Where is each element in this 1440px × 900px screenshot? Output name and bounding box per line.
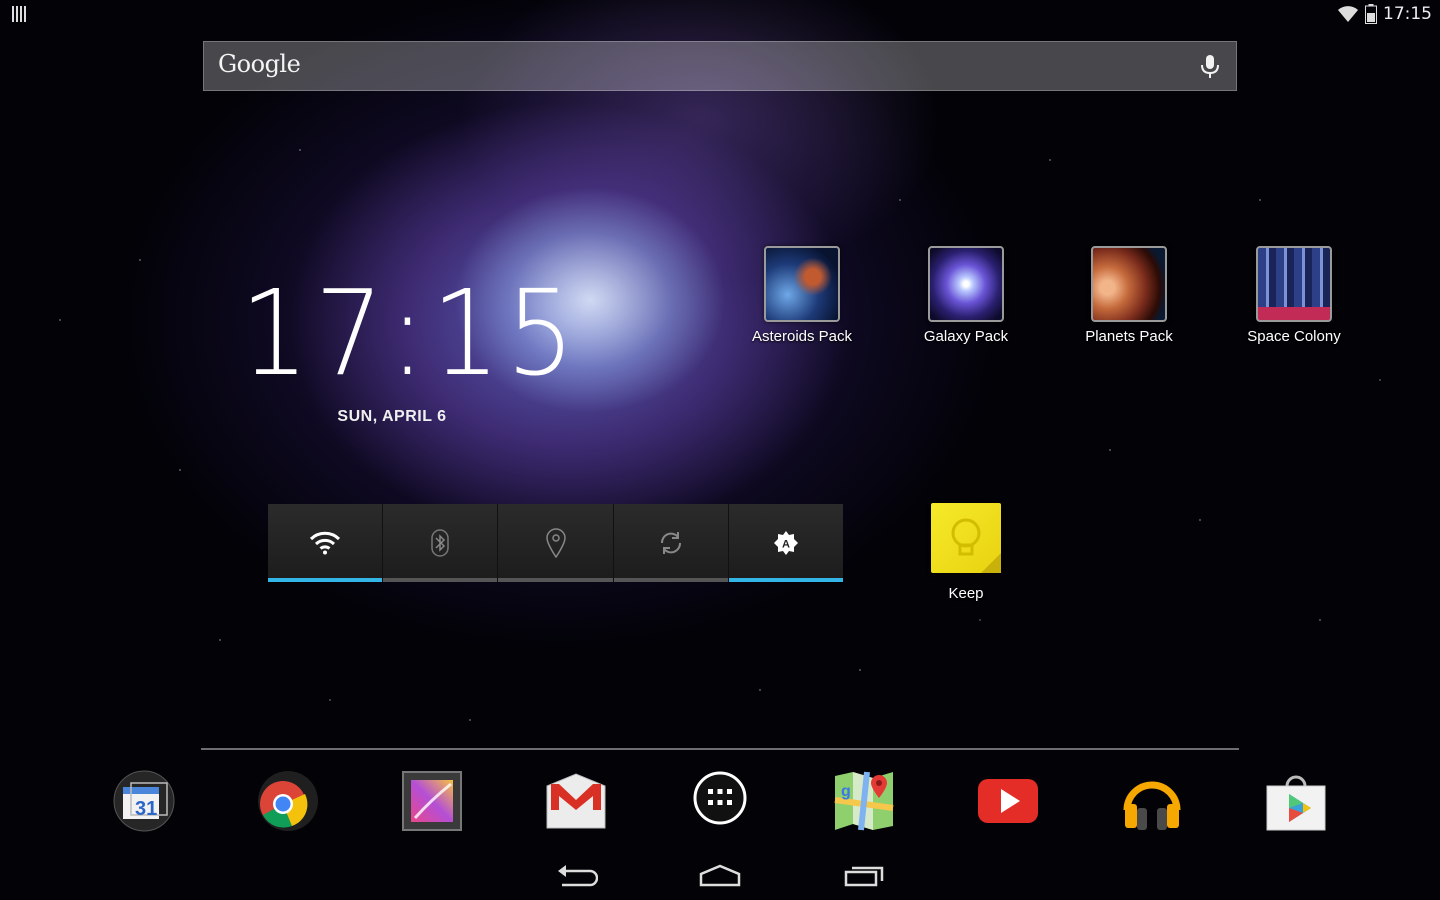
headphones-icon [1123,781,1181,830]
space-colony-icon [1256,246,1332,322]
all-apps-icon [693,771,747,825]
location-pin-icon [545,528,566,558]
google-search-bar[interactable]: Google [203,41,1237,91]
home-screen: 17:15 Google 17:15 SUN, APRIL 6 A Astero… [0,0,1440,900]
microphone-icon[interactable] [1198,54,1222,80]
brightness-toggle[interactable]: A [728,504,844,582]
battery-icon [1365,4,1377,24]
planets-pack-icon [1091,246,1167,322]
status-icons[interactable]: 17:15 [1337,3,1432,25]
clock-time[interactable]: 17:15 [240,268,575,398]
app-planets-pack[interactable]: Planets Pack [1054,246,1204,345]
google-logo: Google [218,50,301,78]
navigation-bar [0,850,1440,900]
bluetooth-toggle[interactable] [383,504,499,582]
location-indicator [498,578,613,582]
dock-youtube[interactable] [977,770,1039,832]
dock-play-store[interactable] [1265,770,1327,832]
auto-brightness-icon: A [773,531,798,555]
svg-text:31: 31 [135,798,157,820]
clock-date: SUN, APRIL 6 [337,408,447,425]
dock-gallery[interactable] [401,770,463,832]
status-time: 17:15 [1383,4,1432,24]
wallpaper-stars [0,0,1440,900]
lightbulb-icon [951,518,1001,573]
wifi-signal-icon [1338,6,1358,22]
maps-icon: g [834,771,894,831]
wifi-toggle[interactable] [268,504,384,582]
app-space-colony[interactable]: Space Colony [1219,246,1369,345]
chrome-icon [258,771,318,831]
play-store-icon [1266,775,1326,831]
notification-icon[interactable] [12,6,28,22]
app-galaxy-pack[interactable]: Galaxy Pack [891,246,1041,345]
app-label: Galaxy Pack [923,328,1009,345]
dock-play-music[interactable] [1121,770,1183,832]
app-label: Asteroids Pack [751,328,853,345]
gallery-icon [402,771,462,831]
dock-chrome[interactable] [257,770,319,832]
dock-gmail[interactable] [545,770,607,832]
wifi-indicator [268,578,383,582]
calendar-icon: 31 [113,770,175,832]
youtube-icon [978,779,1038,823]
brightness-indicator [728,578,844,582]
dock-divider [201,748,1239,750]
recent-apps-icon[interactable] [843,862,887,888]
svg-text:g: g [841,783,851,800]
dock-maps[interactable]: g [833,770,895,832]
keep-icon [931,503,1001,573]
app-label: Space Colony [1247,328,1341,345]
dock-calendar[interactable]: 31 [113,770,175,832]
status-bar: 17:15 [0,0,1440,28]
home-icon[interactable] [698,862,742,888]
bluetooth-indicator [383,578,498,582]
back-icon[interactable] [554,862,598,888]
galaxy-pack-icon [928,246,1004,322]
app-keep[interactable]: Keep [891,503,1041,602]
app-asteroids-pack[interactable]: Asteroids Pack [727,246,877,345]
bluetooth-icon [431,529,450,557]
app-label: Planets Pack [1085,328,1173,345]
power-control-widget: A [268,504,844,582]
dock-all-apps[interactable] [689,770,751,832]
sync-toggle[interactable] [613,504,729,582]
gmail-icon [546,773,606,829]
svg-text:A: A [782,539,790,551]
sync-icon [660,532,681,554]
wifi-icon [310,531,341,555]
app-label: Keep [948,585,984,602]
location-toggle[interactable] [498,504,614,582]
sync-indicator [613,578,728,582]
asteroids-pack-icon [764,246,840,322]
